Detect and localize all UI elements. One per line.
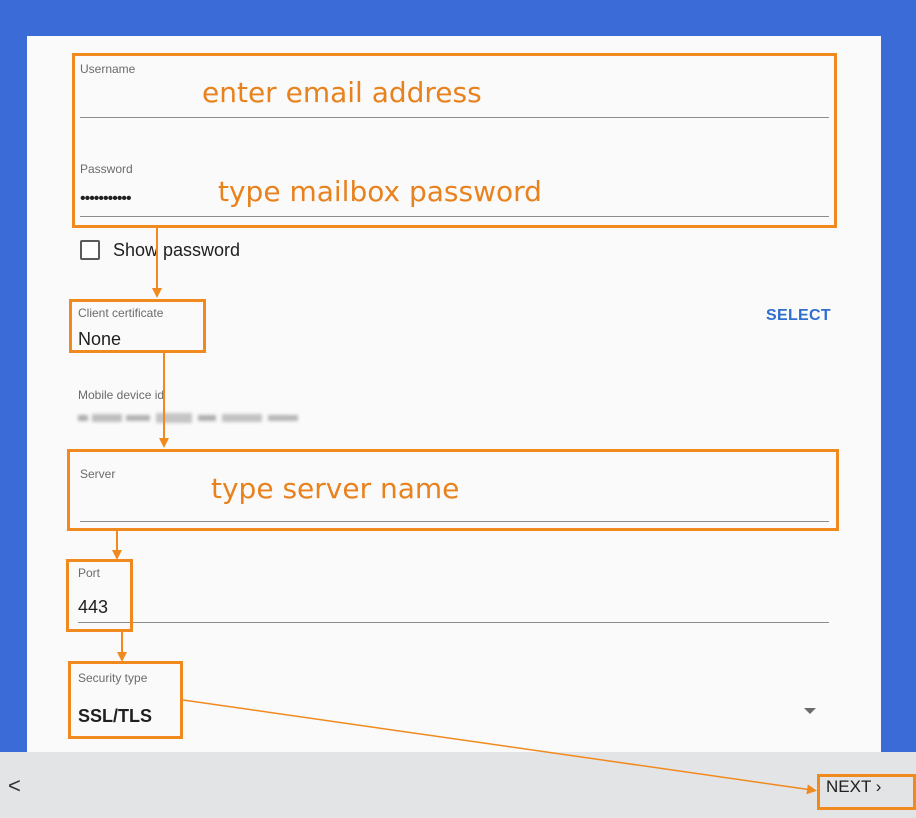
annotation-box-security-type: [68, 661, 183, 739]
chevron-down-icon[interactable]: [804, 708, 816, 714]
select-certificate-button[interactable]: SELECT: [766, 307, 831, 325]
annotation-username: enter email address: [202, 76, 482, 109]
wizard-footer: [0, 752, 916, 818]
annotation-box-port: [66, 559, 133, 632]
annotation-box-client-certificate: [69, 299, 206, 353]
show-password-label[interactable]: Show password: [113, 240, 240, 261]
annotation-box-next: [817, 774, 916, 810]
annotation-password: type mailbox password: [218, 175, 542, 208]
port-input[interactable]: [78, 622, 829, 623]
mobile-device-id-label: Mobile device id: [78, 388, 165, 402]
mobile-device-id-value-redacted: [78, 411, 300, 425]
back-arrow-icon[interactable]: <: [8, 775, 21, 797]
show-password-checkbox[interactable]: [80, 240, 100, 260]
annotation-server: type server name: [211, 472, 460, 505]
